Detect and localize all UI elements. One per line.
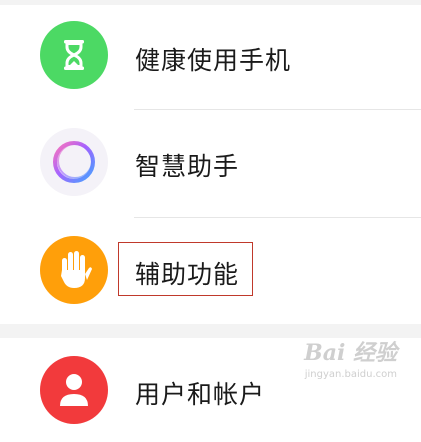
section-gap <box>0 324 421 338</box>
user-icon <box>40 356 108 424</box>
highlight-annotation-box <box>118 242 253 296</box>
settings-item-label: 用户和帐户 <box>135 380 266 409</box>
hand-icon <box>40 236 108 304</box>
hourglass-icon <box>40 21 108 89</box>
settings-item-smart-assistant[interactable]: 智慧助手 <box>0 110 421 214</box>
watermark-logo-text: Bai 经验 <box>304 340 397 366</box>
baidu-jingyan-watermark: Bai 经验 jingyan.baidu.com <box>304 342 397 380</box>
settings-item-label: 健康使用手机 <box>135 46 292 75</box>
settings-item-digital-balance[interactable]: 健康使用手机 <box>0 5 421 109</box>
assistant-ring-icon <box>40 128 108 196</box>
watermark-url: jingyan.baidu.com <box>304 369 397 380</box>
settings-item-label: 智慧助手 <box>135 152 240 181</box>
